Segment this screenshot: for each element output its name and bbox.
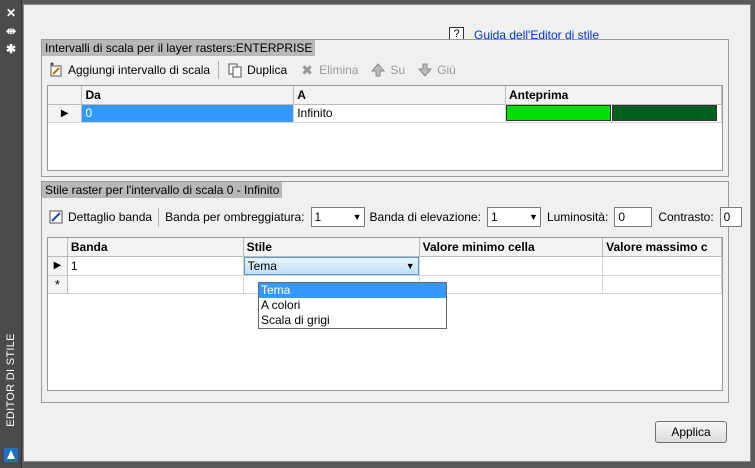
contrast-label: Contrasto:: [658, 210, 714, 224]
cell-style[interactable]: Tema ▼: [243, 256, 420, 276]
toolbar-separator: [218, 61, 220, 79]
brightness-label: Luminosità:: [546, 210, 609, 224]
shading-band-label: Banda per ombreggiatura:: [165, 210, 305, 224]
style-option-grigi[interactable]: Scala di grigi: [259, 313, 446, 328]
scale-ranges-group: Intervalli di scala per il layer rasters…: [41, 39, 729, 177]
row-header-corner: [48, 238, 68, 257]
new-row-cell[interactable]: [602, 275, 722, 294]
scale-ranges-title: Intervalli di scala per il layer rasters…: [42, 40, 316, 56]
preview-swatch-dark: [611, 105, 717, 121]
palette-sidebar: ✕ ⇹ ✱ EDITOR DI STILE: [0, 0, 22, 468]
row-header-corner: [48, 86, 83, 105]
app-logo-icon: [4, 448, 18, 462]
move-up-button[interactable]: Su: [364, 60, 411, 80]
scale-ranges-grid: Da A Anteprima ▶ 0 Infinito: [47, 85, 723, 171]
new-row-cell[interactable]: [67, 275, 244, 294]
toolbar-separator: [158, 208, 160, 226]
elevation-band-label: Banda di elevazione:: [369, 210, 481, 224]
properties-icon[interactable]: ✱: [4, 42, 18, 56]
cell-min[interactable]: [419, 256, 604, 276]
arrow-up-icon: [370, 62, 386, 78]
row-indicator-icon[interactable]: ▶: [48, 104, 83, 123]
style-select[interactable]: Tema ▼: [243, 256, 419, 274]
chevron-down-icon: ▼: [529, 212, 538, 222]
table-row[interactable]: ▶ 0 Infinito: [48, 104, 722, 123]
add-scale-range-button[interactable]: Aggiungi intervallo di scala: [42, 60, 216, 80]
brightness-input[interactable]: 0: [614, 207, 653, 227]
style-option-colori[interactable]: A colori: [259, 298, 446, 313]
cell-from[interactable]: 0: [81, 104, 295, 123]
apply-button[interactable]: Applica: [655, 421, 727, 443]
arrow-down-icon: [417, 62, 433, 78]
duplicate-button[interactable]: Duplica: [221, 60, 293, 80]
cell-band[interactable]: 1: [67, 256, 244, 276]
scale-toolbar: Aggiungi intervallo di scala Duplica ✖ E…: [42, 60, 462, 80]
column-max-cell[interactable]: Valore massimo c: [602, 238, 722, 257]
row-indicator-icon[interactable]: ▶: [48, 256, 68, 276]
new-row-icon[interactable]: *: [48, 275, 68, 294]
duplicate-icon: [227, 62, 243, 78]
delete-icon: ✖: [301, 61, 313, 78]
style-editor-panel: ? Guida dell'Editor di stile Intervalli …: [23, 4, 751, 462]
preview-swatch-light: [505, 105, 611, 121]
grid-header: Da A Anteprima: [48, 86, 722, 105]
table-row[interactable]: ▶ 1 Tema ▼: [48, 256, 722, 276]
delete-button[interactable]: ✖ Elimina: [293, 60, 364, 80]
column-min-cell[interactable]: Valore minimo cella: [419, 238, 604, 257]
cell-to[interactable]: Infinito: [293, 104, 506, 123]
column-to[interactable]: A: [293, 86, 506, 105]
cell-max[interactable]: [602, 256, 722, 276]
column-from[interactable]: Da: [81, 86, 295, 105]
add-range-icon: [48, 62, 64, 78]
chevron-down-icon: ▼: [352, 212, 362, 222]
chevron-down-icon: ▼: [405, 260, 415, 271]
column-style[interactable]: Stile: [243, 238, 420, 257]
raster-style-title: Stile raster per l'intervallo di scala 0…: [42, 182, 283, 198]
cell-preview[interactable]: [505, 104, 722, 123]
auto-hide-icon[interactable]: ⇹: [4, 24, 18, 38]
column-preview[interactable]: Anteprima: [505, 86, 722, 105]
close-icon[interactable]: ✕: [4, 6, 18, 20]
move-down-button[interactable]: Giù: [411, 60, 462, 80]
shading-band-select[interactable]: 1 ▼: [310, 207, 365, 227]
elevation-band-select[interactable]: 1 ▼: [486, 207, 541, 227]
column-band[interactable]: Banda: [67, 238, 244, 257]
raster-toolbar: Dettaglio banda Banda per ombreggiatura:…: [44, 207, 742, 227]
style-dropdown-list: Tema A colori Scala di grigi: [258, 282, 447, 329]
style-option-tema[interactable]: Tema: [259, 283, 446, 298]
band-detail-button[interactable]: Dettaglio banda: [44, 207, 156, 227]
band-detail-icon: [48, 209, 64, 225]
contrast-input[interactable]: 0: [719, 207, 742, 227]
grid-header: Banda Stile Valore minimo cella Valore m…: [48, 238, 722, 257]
palette-title: EDITOR DI STILE: [5, 333, 17, 427]
